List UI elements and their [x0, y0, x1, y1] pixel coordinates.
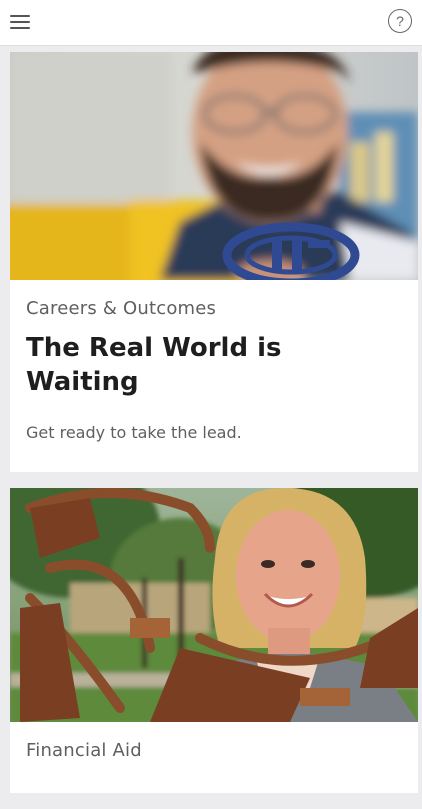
top-bar: ?: [0, 0, 422, 46]
man-with-logo-photo: [10, 52, 418, 280]
card-image[interactable]: [10, 488, 418, 722]
card-title[interactable]: The Real World is Waiting: [26, 331, 402, 399]
card-image[interactable]: [10, 52, 418, 280]
content-feed: Careers & Outcomes The Real World is Wai…: [10, 52, 418, 809]
card-category: Financial Aid: [26, 740, 142, 761]
help-button[interactable]: ?: [388, 9, 412, 33]
card-subtitle: Get ready to take the lead.: [26, 423, 242, 442]
card-financial-aid[interactable]: Financial Aid: [10, 488, 418, 793]
card-careers-outcomes[interactable]: Careers & Outcomes The Real World is Wai…: [10, 52, 418, 472]
card-body: Financial Aid: [10, 722, 418, 793]
hamburger-menu-icon[interactable]: [8, 10, 32, 34]
card-category: Careers & Outcomes: [26, 298, 217, 319]
card-body: Careers & Outcomes The Real World is Wai…: [10, 280, 418, 472]
question-circle-icon: ?: [396, 13, 404, 29]
woman-with-sculpture-photo: [10, 488, 418, 722]
